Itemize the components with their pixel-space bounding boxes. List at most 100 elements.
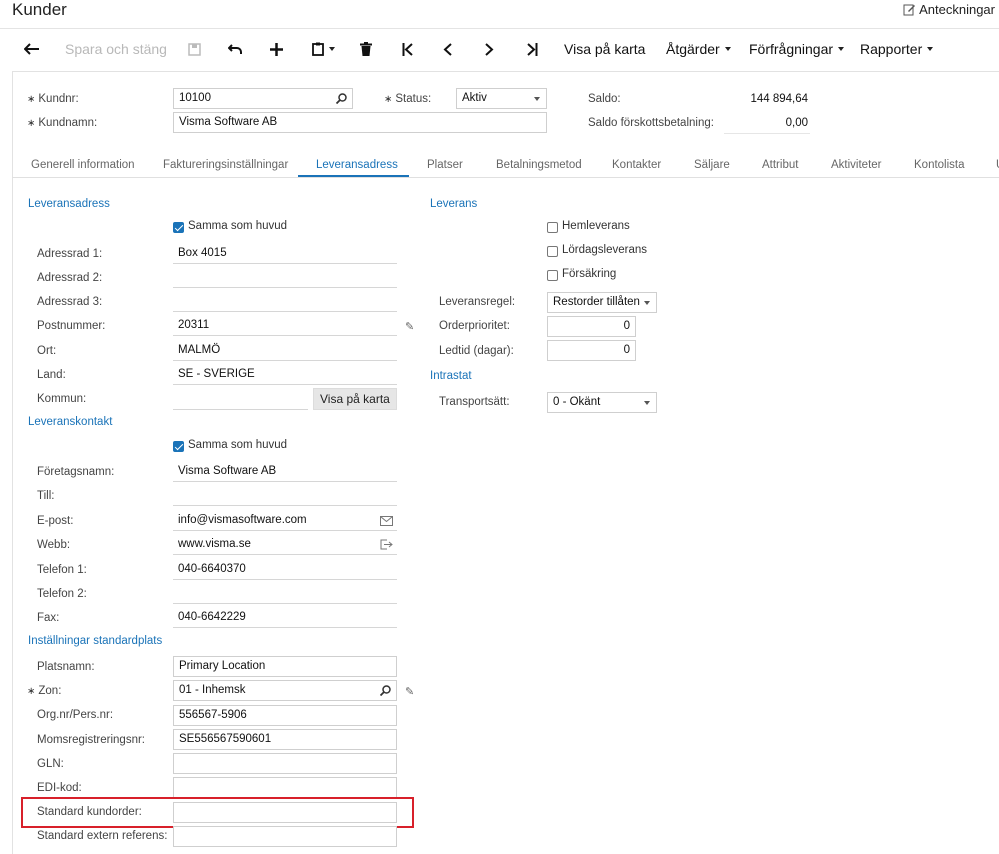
default-location-heading: Inställningar standardplats: [28, 635, 163, 647]
chevron-down-icon: [329, 47, 335, 51]
highlight-box: [21, 797, 414, 828]
location-name-field[interactable]: Primary Location: [173, 656, 397, 677]
save-close-button[interactable]: Spara och stäng: [65, 36, 167, 62]
undo-button[interactable]: [228, 36, 243, 62]
tab-activities[interactable]: Aktiviteter: [831, 159, 882, 171]
edit-pencil-icon[interactable]: ✎: [405, 685, 414, 698]
last-record-button[interactable]: [526, 36, 538, 62]
save-button[interactable]: [188, 36, 201, 62]
lead-time-field[interactable]: 0: [547, 340, 636, 361]
zone-field[interactable]: 01 - Inhemsk: [173, 680, 397, 701]
home-delivery-checkbox[interactable]: [547, 222, 558, 233]
city-field[interactable]: MALMÖ: [173, 340, 397, 361]
email-field[interactable]: info@vismasoftware.com: [173, 510, 397, 531]
first-icon: [402, 42, 413, 56]
show-on-map-small-button[interactable]: Visa på karta: [313, 388, 397, 410]
org-no-field[interactable]: 556567-5906: [173, 705, 397, 726]
municipality-label: Kommun:: [37, 393, 87, 405]
tab-general-info[interactable]: Generell information: [31, 159, 135, 171]
status-select[interactable]: Aktiv: [456, 88, 547, 109]
mail-icon[interactable]: [380, 516, 393, 526]
delivery-address-heading: Leveransadress: [28, 198, 110, 210]
tab-bar: Generell information Faktureringsinställ…: [12, 156, 999, 178]
tab-contacts[interactable]: Kontakter: [612, 159, 661, 171]
country-field[interactable]: SE - SVERIGE: [173, 364, 397, 385]
municipality-field[interactable]: [173, 389, 308, 410]
back-arrow-icon: [24, 43, 39, 55]
copy-paste-button[interactable]: [312, 36, 335, 62]
last-icon: [527, 42, 538, 56]
search-icon[interactable]: [336, 93, 347, 104]
search-icon[interactable]: [380, 685, 391, 696]
attention-field[interactable]: [173, 485, 397, 506]
address2-field[interactable]: [173, 267, 397, 288]
postal-code-field[interactable]: 20311: [173, 315, 397, 336]
notes-link[interactable]: Anteckningar: [903, 2, 995, 17]
delete-button[interactable]: [360, 36, 372, 62]
postal-code-label: Postnummer:: [37, 320, 106, 332]
tab-salespersons[interactable]: Säljare: [694, 159, 730, 171]
tab-locations[interactable]: Platser: [427, 159, 463, 171]
fax-field[interactable]: 040-6642229: [173, 607, 397, 628]
lead-time-label: Ledtid (dagar):: [439, 345, 514, 357]
actions-label: Åtgärder: [666, 41, 720, 57]
tab-account-list[interactable]: Kontolista: [914, 159, 965, 171]
transport-mode-select[interactable]: 0 - Okänt: [547, 392, 657, 413]
address3-field[interactable]: [173, 291, 397, 312]
company-name-label: Företagsnamn:: [37, 466, 115, 478]
status-value: Aktiv: [462, 92, 487, 104]
chevron-down-icon: [534, 97, 540, 101]
open-link-icon[interactable]: [380, 539, 393, 550]
tab-payment-method[interactable]: Betalningsmetod: [496, 159, 582, 171]
phone2-field[interactable]: [173, 583, 397, 604]
reports-menu[interactable]: Rapporter: [860, 36, 934, 62]
actions-menu[interactable]: Åtgärder: [666, 36, 731, 62]
same-as-main-address-checkbox[interactable]: [173, 222, 184, 233]
add-button[interactable]: [270, 36, 283, 62]
first-record-button[interactable]: [402, 36, 414, 62]
prepayment-balance-label: Saldo förskottsbetalning:: [588, 117, 714, 129]
tab-invoicing-settings[interactable]: Faktureringsinställningar: [163, 159, 288, 171]
customer-name-field[interactable]: Visma Software AB: [173, 112, 547, 133]
phone2-label: Telefon 2:: [37, 588, 87, 600]
page-title: Kunder: [12, 0, 67, 19]
balance-label: Saldo:: [588, 93, 621, 105]
phone1-field[interactable]: 040-6640370: [173, 559, 397, 580]
external-reference-field[interactable]: [173, 826, 397, 847]
address1-field[interactable]: Box 4015: [173, 243, 397, 264]
company-name-field[interactable]: Visma Software AB: [173, 461, 397, 482]
inquiries-menu[interactable]: Förfrågningar: [749, 36, 845, 62]
chevron-down-icon: [838, 47, 845, 51]
edit-pencil-icon[interactable]: ✎: [405, 320, 414, 333]
web-field[interactable]: www.visma.se: [173, 534, 397, 555]
next-record-button[interactable]: [485, 36, 494, 62]
chevron-down-icon: [927, 47, 934, 51]
country-label: Land:: [37, 369, 66, 381]
gln-field[interactable]: [173, 753, 397, 774]
order-priority-field[interactable]: 0: [547, 316, 636, 337]
previous-record-button[interactable]: [443, 36, 452, 62]
show-on-map-button[interactable]: Visa på karta: [564, 36, 645, 62]
chevron-down-icon: [644, 301, 650, 305]
customer-no-field[interactable]: 10100: [173, 88, 353, 109]
city-label: Ort:: [37, 345, 57, 357]
active-tab-indicator: [298, 175, 409, 177]
inquiries-label: Förfrågningar: [749, 41, 834, 57]
delivery-rule-select[interactable]: Restorder tillåten: [547, 292, 657, 313]
saturday-delivery-checkbox[interactable]: [547, 246, 558, 257]
tab-attributes[interactable]: Attribut: [762, 159, 798, 171]
edi-code-field[interactable]: [173, 777, 397, 798]
delivery-contact-heading: Leveranskontakt: [28, 416, 113, 428]
header-divider: [0, 28, 999, 29]
zone-label: ∗ Zon:: [27, 685, 62, 697]
back-button[interactable]: [24, 36, 40, 62]
customer-name-label: ∗ Kundnamn:: [27, 117, 98, 129]
insurance-checkbox[interactable]: [547, 270, 558, 281]
prepayment-balance-value: 0,00: [785, 117, 808, 129]
transport-mode-value: 0 - Okänt: [553, 396, 601, 408]
tab-delivery-address[interactable]: Leveransadress: [316, 159, 398, 171]
notes-label: Anteckningar: [919, 2, 995, 17]
home-delivery-label: Hemleverans: [562, 220, 630, 232]
same-as-main-contact-checkbox[interactable]: [173, 441, 184, 452]
vat-no-field[interactable]: SE556567590601: [173, 729, 397, 750]
